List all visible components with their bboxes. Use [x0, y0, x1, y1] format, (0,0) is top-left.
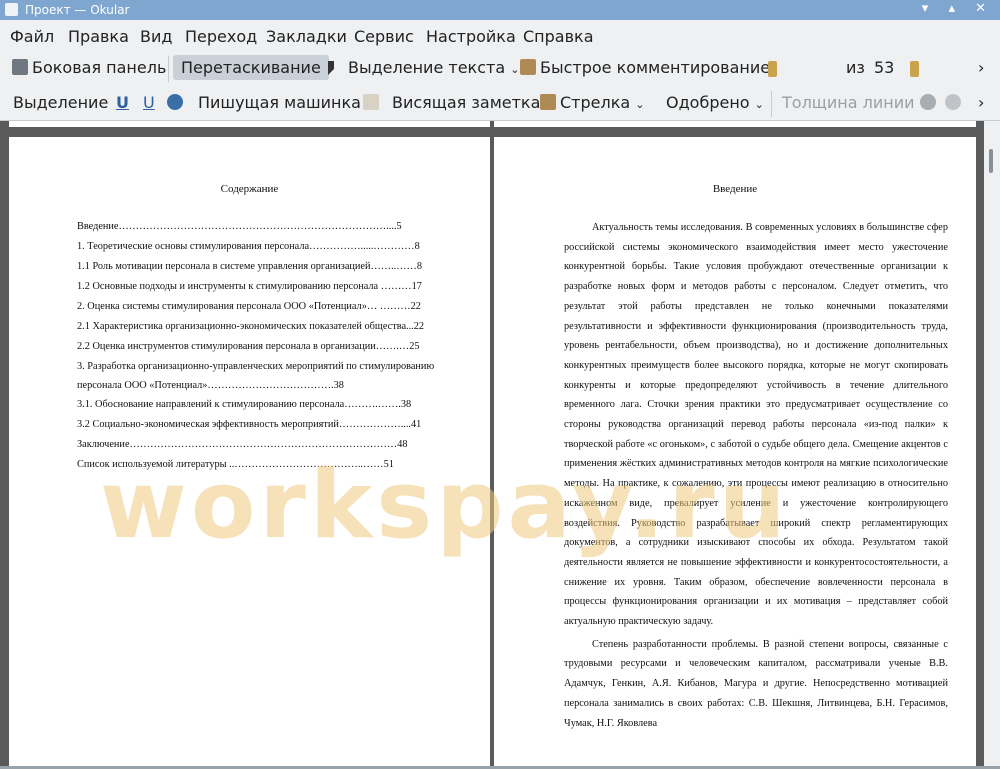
note-icon[interactable]	[363, 93, 383, 112]
menu-view[interactable]: Вид	[140, 27, 172, 46]
quick-comment-label: Быстрое комментирование	[540, 58, 771, 77]
arrow-tool[interactable]: Стрелка ⌄	[540, 93, 645, 112]
paragraph: Актуальность темы исследования. В соврем…	[564, 222, 948, 628]
toc-entry: 1. Теоретические основы стимулирования п…	[77, 241, 420, 252]
text-select-button[interactable]: Выделение текста ⌄	[328, 58, 519, 77]
note-glyph	[363, 94, 379, 110]
window-titlebar: Проект — Okular ▾ ▴ ✕	[0, 0, 1000, 20]
menubar: Файл Правка Вид Переход Закладки Сервис …	[0, 20, 1000, 52]
text-select-label: Выделение текста	[348, 58, 506, 77]
sidebar-button[interactable]: Боковая панель	[12, 58, 166, 77]
toc-entry: 1.1 Роль мотивации персонала в системе у…	[77, 261, 422, 272]
quick-comment-button[interactable]: Быстрое комментирование	[520, 58, 770, 77]
page-of-label: из	[846, 58, 865, 77]
toolbar-overflow-button[interactable]: ›	[978, 58, 984, 77]
annotation-toolbar: Выделение U U Пишущая машинка Висящая за…	[0, 87, 1000, 121]
menu-edit[interactable]: Правка	[68, 27, 129, 46]
chevron-down-icon[interactable]: ⌄	[755, 98, 764, 111]
opacity-icon[interactable]	[945, 93, 965, 112]
underline-icon[interactable]: U	[116, 93, 129, 112]
typewriter-tool[interactable]: Пишущая машинка	[198, 93, 361, 112]
menu-tools[interactable]: Сервис	[354, 27, 414, 46]
prev-page-glyph	[768, 61, 777, 77]
sidebar-icon	[12, 59, 28, 75]
arrow-label: Стрелка	[560, 93, 631, 112]
okular-app-icon	[5, 3, 18, 16]
chevron-down-icon[interactable]: ⌄	[635, 98, 644, 111]
menu-file[interactable]: Файл	[10, 27, 54, 46]
toc-entry: Заключение……………………………………………………………………48	[77, 439, 408, 450]
paragraph: Степень разработанности проблемы. В разн…	[564, 638, 948, 729]
table-of-contents: Введение……………………………………………………………………....5 …	[77, 217, 464, 475]
toc-entry: Введение……………………………………………………………………....5	[77, 221, 402, 232]
next-page-icon[interactable]	[910, 60, 923, 79]
menu-help[interactable]: Справка	[523, 27, 594, 46]
drag-mode-button[interactable]: Перетаскивание	[173, 55, 329, 80]
menu-bookmarks[interactable]: Закладки	[266, 27, 347, 46]
document-viewer[interactable]: Содержание Введение…………………………………………………………	[0, 121, 984, 766]
page-body: Актуальность темы исследования. В соврем…	[564, 218, 948, 733]
toc-entry: Список используемой литературы ..……………………	[77, 459, 394, 470]
highlight-tool[interactable]: Выделение	[13, 93, 108, 112]
page-title: Содержание	[220, 183, 279, 195]
strikeout-glyph	[167, 94, 183, 110]
toc-entry: 3. Разработка организационно-управленчес…	[77, 361, 435, 391]
chevron-down-icon[interactable]: ⌄	[510, 63, 519, 76]
page-title: Введение	[712, 183, 758, 195]
toolbar-separator	[168, 56, 169, 82]
palette-icon[interactable]	[920, 93, 940, 112]
toc-entry: 3.1. Обоснование направлений к стимулиро…	[77, 399, 412, 410]
cursor-icon	[328, 61, 344, 75]
line-width-tool[interactable]: Толщина линии	[782, 93, 915, 112]
squiggle-underline-icon[interactable]: U	[143, 93, 155, 112]
previous-page-bottom	[9, 121, 490, 127]
main-toolbar: Боковая панель Перетаскивание Выделение …	[0, 52, 1000, 137]
sidebar-label: Боковая панель	[32, 58, 167, 77]
next-page-glyph	[910, 61, 919, 77]
palette-glyph	[920, 94, 936, 110]
previous-page-bottom	[494, 121, 976, 127]
scrollbar-thumb[interactable]	[989, 149, 993, 173]
window-title: Проект — Okular	[25, 3, 130, 17]
pop-up-note-tool[interactable]: Висящая заметка	[392, 93, 540, 112]
toolbar-overflow-button[interactable]: ›	[978, 93, 984, 112]
toc-entry: 2.2 Оценка инструментов стимулирования п…	[77, 341, 420, 352]
opacity-glyph	[945, 94, 961, 110]
previous-page-icon[interactable]	[768, 60, 781, 79]
menu-go[interactable]: Переход	[185, 27, 257, 46]
document-page-toc: Содержание Введение…………………………………………………………	[9, 137, 490, 766]
page-total-label: 53	[874, 58, 895, 77]
pen-icon	[520, 59, 536, 75]
document-page-introduction: Введение Актуальность темы исследования.…	[494, 137, 976, 766]
stamp-label: Одобрено	[666, 93, 750, 112]
toolbar-separator	[771, 91, 772, 117]
vertical-scrollbar[interactable]	[984, 121, 1000, 766]
window-controls[interactable]: ▾ ▴ ✕	[922, 1, 994, 16]
pen-icon	[540, 94, 556, 110]
toc-entry: 3.2 Социально-экономическая эффективност…	[77, 419, 422, 430]
strikeout-icon[interactable]	[167, 93, 187, 112]
toc-entry: 2.1 Характеристика организационно-эконом…	[77, 321, 425, 332]
toc-entry: 2. Оценка системы стимулирования персона…	[77, 301, 421, 312]
stamp-tool[interactable]: Одобрено ⌄	[666, 93, 764, 112]
toc-entry: 1.2 Основные подходы и инструменты к сти…	[77, 281, 422, 292]
menu-settings[interactable]: Настройка	[426, 27, 516, 46]
